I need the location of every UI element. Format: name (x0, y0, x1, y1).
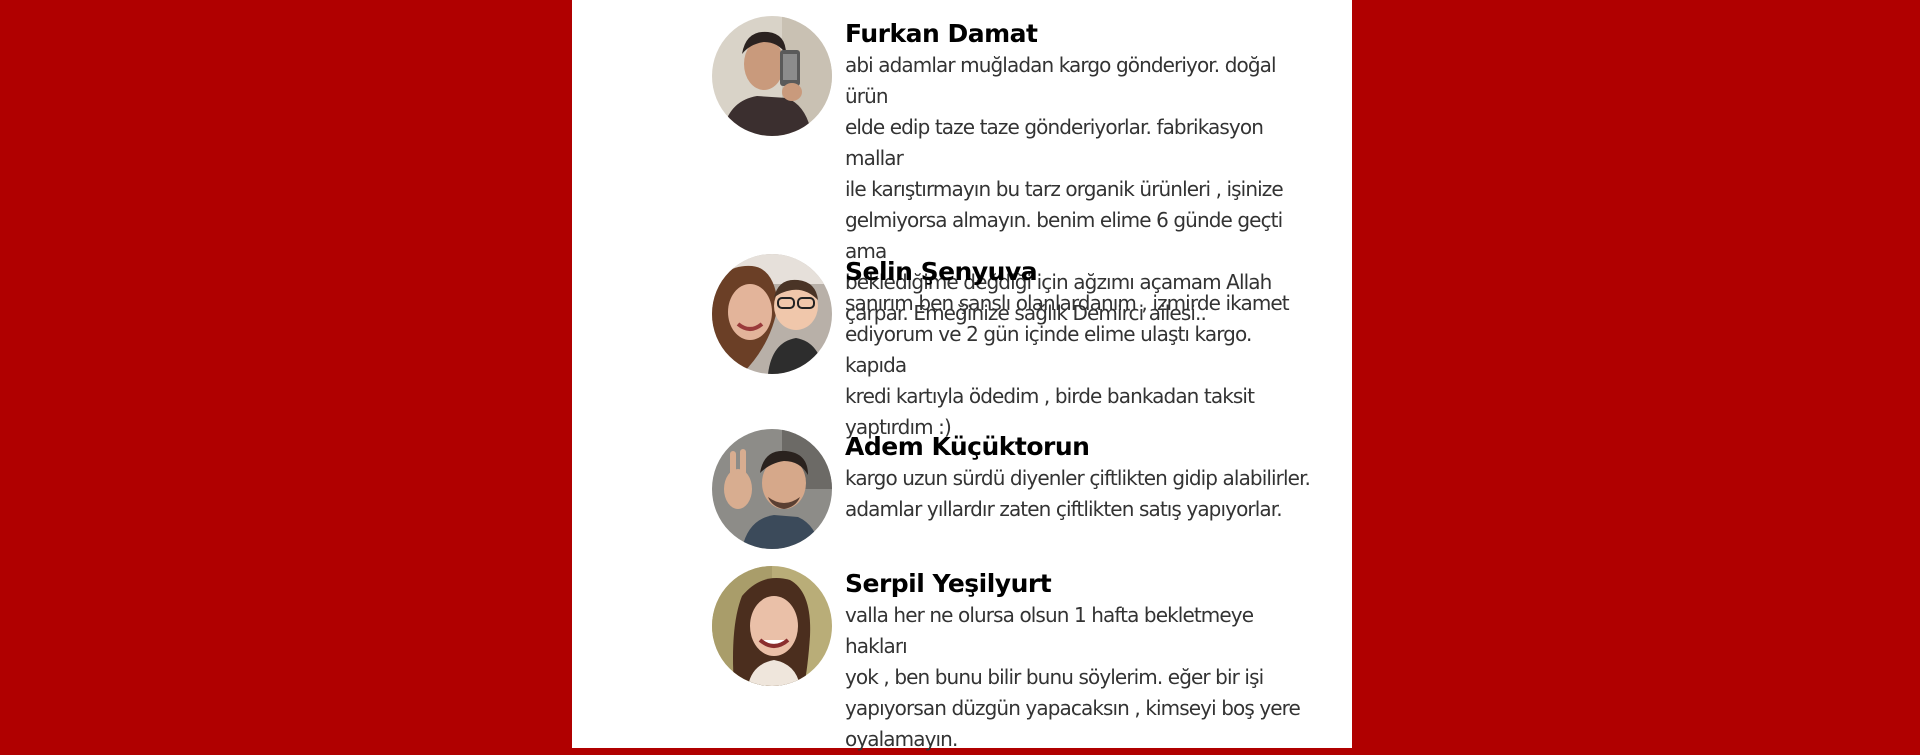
reviews-panel: Furkan Damat abi adamlar muğladan kargo … (572, 0, 1352, 751)
reviewer-name: Adem Küçüktorun (845, 432, 1090, 461)
man-selfie-with-phone-avatar (712, 16, 832, 136)
avatar (712, 429, 832, 549)
avatar (712, 566, 832, 686)
review-content: Adem Küçüktorun kargo uzun sürdü diyenle… (845, 429, 1315, 525)
review-text: sanırım ben şanslı olanlardanım , izmird… (845, 291, 1290, 439)
reviewer-name: Furkan Damat (845, 19, 1038, 48)
avatar (712, 254, 832, 374)
review-text: kargo uzun sürdü diyenler çiftlikten gid… (845, 466, 1311, 521)
avatar (712, 16, 832, 136)
reviewer-name: Selin Şenyuva (845, 257, 1038, 286)
reviewer-name: Serpil Yeşilyurt (845, 569, 1052, 598)
review-text: valla her ne olursa olsun 1 hafta beklet… (845, 603, 1301, 751)
review-content: Serpil Yeşilyurt valla her ne olursa ols… (845, 566, 1315, 755)
smiling-woman-avatar (712, 566, 832, 686)
man-waving-avatar (712, 429, 832, 549)
review-content: Selin Şenyuva sanırım ben şanslı olanlar… (845, 254, 1315, 443)
woman-and-child-avatar (712, 254, 832, 374)
